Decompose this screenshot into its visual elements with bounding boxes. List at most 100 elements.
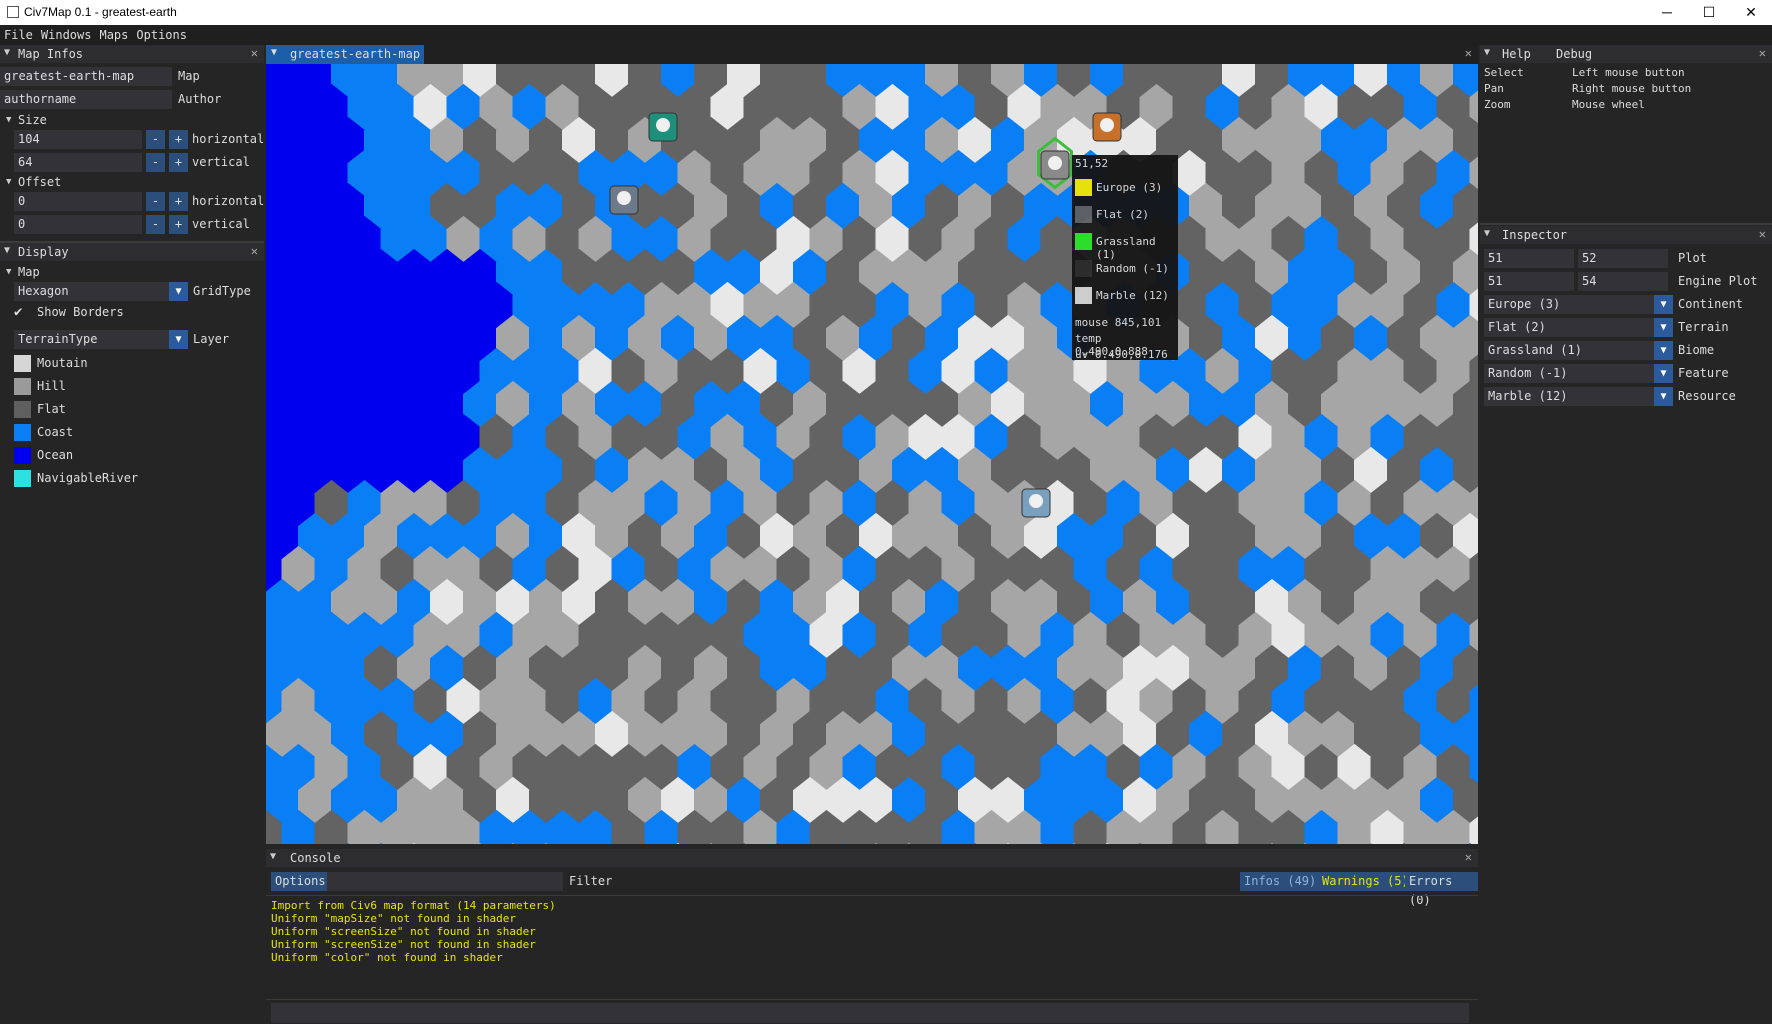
app-icon <box>7 6 19 18</box>
map-window: ▼ greatest-earth-map ✕ <box>266 45 1478 847</box>
offset-horizontal-label: horizontal <box>192 194 265 208</box>
offset-horizontal-field[interactable]: 0 <box>14 192 142 211</box>
collapse-triangle-icon[interactable]: ▼ <box>271 47 277 58</box>
console-options-button[interactable]: Options <box>271 872 330 891</box>
hex-tiles <box>266 64 1478 844</box>
console-panel: ▼ Console ✕ Options Filter Infos (49) Wa… <box>266 849 1478 1024</box>
size-horizontal-decrement-button[interactable]: - <box>146 130 165 149</box>
collapse-triangle-icon[interactable]: ▼ <box>4 47 10 58</box>
engine-plot-label: Engine Plot <box>1678 274 1758 288</box>
minimize-button[interactable]: ─ <box>1646 0 1688 25</box>
resource-select[interactable]: Marble (12) <box>1484 387 1654 406</box>
offset-horizontal-increment-button[interactable]: + <box>169 192 188 211</box>
collapse-triangle-icon[interactable]: ▼ <box>4 245 10 256</box>
inspector-header[interactable]: ▼ Inspector ✕ <box>1480 226 1772 244</box>
legend-label: Flat <box>37 402 66 416</box>
chevron-down-icon[interactable]: ▼ <box>1654 341 1673 360</box>
engine-plot-x-field[interactable]: 51 <box>1484 272 1574 291</box>
help-binding: Mouse wheel <box>1572 98 1645 111</box>
infos-filter-button[interactable]: Infos (49) <box>1240 872 1321 891</box>
menu-file[interactable]: File <box>0 25 37 45</box>
chevron-down-icon[interactable]: ▼ <box>1654 318 1673 337</box>
tab-debug[interactable]: Debug <box>1556 47 1592 61</box>
collapse-triangle-icon[interactable]: ▼ <box>270 851 276 862</box>
collapse-triangle-icon[interactable]: ▼ <box>1484 228 1490 239</box>
display-title: Display <box>18 245 69 259</box>
errors-filter-button[interactable]: Errors (0) <box>1405 872 1478 907</box>
plot-y-field[interactable]: 52 <box>1578 249 1668 268</box>
console-command-input[interactable] <box>271 1003 1469 1023</box>
size-vertical-increment-button[interactable]: + <box>169 153 188 172</box>
engine-plot-y-field[interactable]: 54 <box>1578 272 1668 291</box>
display-header[interactable]: ▼ Display ✕ <box>0 243 264 261</box>
plot-tooltip: 51,52 Europe (3) Flat (2) Grassland (1) … <box>1072 155 1178 361</box>
close-icon[interactable]: ✕ <box>1759 46 1766 60</box>
tab-help[interactable]: Help <box>1502 47 1531 61</box>
tab-greatest-earth-map[interactable]: ▼ greatest-earth-map <box>266 45 424 64</box>
close-window-button[interactable]: ✕ <box>1730 0 1772 25</box>
size-collapse-icon[interactable]: ▼ <box>6 115 11 125</box>
close-icon[interactable]: ✕ <box>1465 46 1472 60</box>
offset-horizontal-decrement-button[interactable]: - <box>146 192 165 211</box>
inspector-panel: ▼ Inspector ✕ 51 52 Plot 51 54 Engine Pl… <box>1480 226 1772 1024</box>
console-filter-input[interactable] <box>327 872 563 891</box>
teal-resource-icon <box>648 112 678 142</box>
grid-type-select[interactable]: Hexagon <box>14 282 169 301</box>
biome-select[interactable]: Grassland (1) <box>1484 341 1654 360</box>
tooltip-uv: uv 0.490,0.176 <box>1075 348 1168 361</box>
size-horizontal-field[interactable]: 104 <box>14 130 142 149</box>
continent-select[interactable]: Europe (3) <box>1484 295 1654 314</box>
hex-map-canvas[interactable] <box>266 64 1478 844</box>
menu-maps[interactable]: Maps <box>95 25 132 45</box>
console-divider <box>266 895 1478 896</box>
tooltip-resource: Marble (12) <box>1096 289 1169 302</box>
size-horizontal-increment-button[interactable]: + <box>169 130 188 149</box>
tooltip-swatch-continent <box>1075 179 1092 196</box>
console-header[interactable]: ▼ Console ✕ <box>266 849 1478 867</box>
offset-collapse-icon[interactable]: ▼ <box>6 177 11 187</box>
legend-swatch-ocean <box>14 447 31 464</box>
maximize-button[interactable]: ☐ <box>1688 0 1730 25</box>
close-icon[interactable]: ✕ <box>251 244 258 258</box>
menu-options[interactable]: Options <box>132 25 191 45</box>
feature-select[interactable]: Random (-1) <box>1484 364 1654 383</box>
offset-vertical-decrement-button[interactable]: - <box>146 215 165 234</box>
chevron-down-icon[interactable]: ▼ <box>1654 387 1673 406</box>
size-vertical-field[interactable]: 64 <box>14 153 142 172</box>
close-icon[interactable]: ✕ <box>1465 850 1472 864</box>
chevron-down-icon[interactable]: ▼ <box>169 282 188 301</box>
tooltip-biome: Grassland (1) <box>1096 235 1156 261</box>
chevron-down-icon[interactable]: ▼ <box>1654 295 1673 314</box>
close-icon[interactable]: ✕ <box>251 46 258 60</box>
show-borders-checkbox[interactable]: ✔ <box>14 304 32 322</box>
menu-bar: File Windows Maps Options <box>0 25 1772 45</box>
chevron-down-icon[interactable]: ▼ <box>1654 364 1673 383</box>
resource-label: Resource <box>1678 389 1736 403</box>
size-vertical-decrement-button[interactable]: - <box>146 153 165 172</box>
map-collapse-icon[interactable]: ▼ <box>6 267 11 277</box>
offset-vertical-field[interactable]: 0 <box>14 215 142 234</box>
map-infos-header[interactable]: ▼ Map Infos ✕ <box>0 45 264 63</box>
continent-label: Continent <box>1678 297 1744 311</box>
white-resource-icon <box>1021 488 1051 518</box>
orange-resource-icon <box>1092 112 1122 142</box>
window-titlebar: Civ7Map 0.1 - greatest-earth ─ ☐ ✕ <box>0 0 1772 25</box>
terrain-select[interactable]: Flat (2) <box>1484 318 1654 337</box>
collapse-triangle-icon[interactable]: ▼ <box>1484 47 1490 58</box>
size-vertical-label: vertical <box>192 155 250 169</box>
grid-type-label: GridType <box>193 284 251 298</box>
tooltip-feature: Random (-1) <box>1096 262 1169 275</box>
help-header: ▼ Help Debug ✕ <box>1480 45 1772 63</box>
menu-windows[interactable]: Windows <box>37 25 96 45</box>
terrain-label: Terrain <box>1678 320 1729 334</box>
offset-vertical-increment-button[interactable]: + <box>169 215 188 234</box>
warnings-filter-button[interactable]: Warnings (5) <box>1318 872 1413 891</box>
plot-label: Plot <box>1678 251 1707 265</box>
close-icon[interactable]: ✕ <box>1759 227 1766 241</box>
map-name-field[interactable]: greatest-earth-map <box>0 67 172 86</box>
chevron-down-icon[interactable]: ▼ <box>169 330 188 349</box>
legend-label: Moutain <box>37 356 88 370</box>
plot-x-field[interactable]: 51 <box>1484 249 1574 268</box>
layer-select[interactable]: TerrainType <box>14 330 169 349</box>
author-field[interactable]: authorname <box>0 90 172 109</box>
